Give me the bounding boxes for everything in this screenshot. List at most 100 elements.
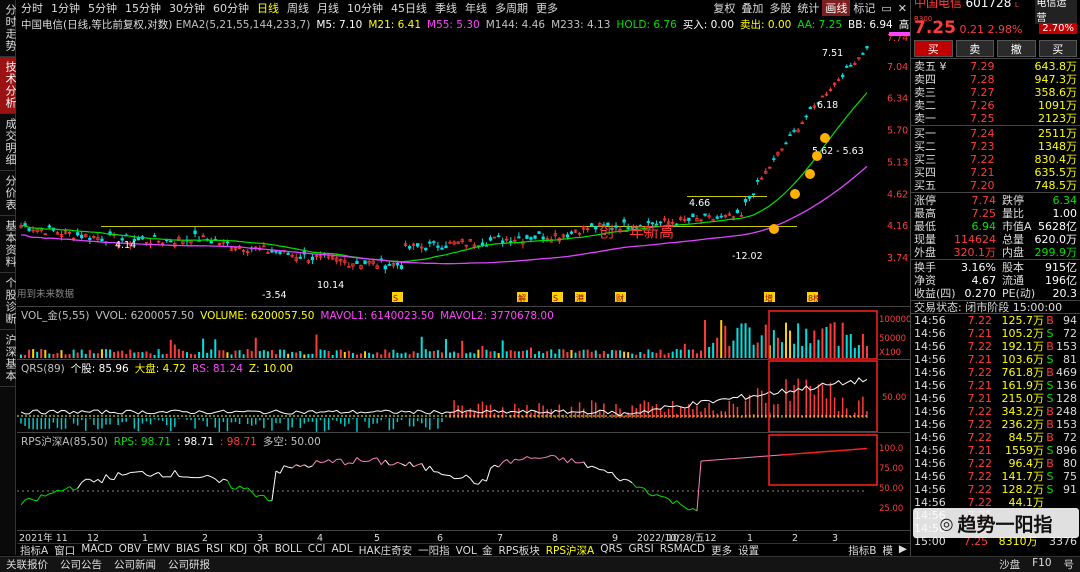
book-volume: 643.8万 xyxy=(1034,60,1078,73)
tick-row[interactable]: 14:56 7.22 141.7万 S 75 xyxy=(911,470,1080,483)
status-right-button[interactable]: 沙盘 xyxy=(993,557,1026,572)
close-icon[interactable]: ✕ xyxy=(895,2,910,15)
period-tab[interactable]: 10分钟 xyxy=(343,0,387,16)
period-tab[interactable]: 多周期 xyxy=(491,0,532,16)
tick-side: B xyxy=(1046,405,1054,418)
status-tab[interactable]: 公司研报 xyxy=(162,557,216,572)
book-row[interactable]: 买三 7.22 830.4万 xyxy=(911,153,1080,166)
period-tab[interactable]: 分时 xyxy=(17,0,47,16)
book-row[interactable]: 卖五 ¥ 7.29 643.8万 xyxy=(911,60,1080,73)
tick-row[interactable]: 14:56 7.22 125.7万 B 94 xyxy=(911,314,1080,327)
tool-button[interactable]: 统计 xyxy=(794,0,822,16)
sidebar-tab[interactable]: 技术分析 xyxy=(0,57,17,114)
price-chart-canvas[interactable]: 7.747.046.345.705.134.624.163.747.516.18… xyxy=(17,16,910,306)
period-tab[interactable]: 月线 xyxy=(313,0,343,16)
rps-segment xyxy=(312,460,317,467)
period-tab[interactable]: 更多 xyxy=(532,0,562,16)
qrs-canvas[interactable]: 50.00 xyxy=(17,360,910,433)
rps-pane[interactable]: RPS沪深A(85,50) RPS: 98.71: 98.71: 98.71 多空:… xyxy=(17,432,910,530)
sidebar-tab[interactable]: 分时走势 xyxy=(0,0,17,57)
period-tab[interactable]: 30分钟 xyxy=(165,0,209,16)
sidebar-tab[interactable]: 沪深基本 xyxy=(0,330,17,387)
book-price: 7.28 xyxy=(970,73,995,86)
tick-count: 81 xyxy=(1063,353,1077,366)
rps-segment xyxy=(348,462,353,465)
period-tab[interactable]: 季线 xyxy=(431,0,461,16)
rps-segment xyxy=(243,487,248,490)
tick-row[interactable]: 14:56 7.22 761.8万 B 469 xyxy=(911,366,1080,379)
tick-row[interactable]: 14:56 7.22 343.2万 B 248 xyxy=(911,405,1080,418)
tick-row[interactable]: 14:56 7.22 128.2万 S 91 xyxy=(911,483,1080,496)
sidebar-tab[interactable]: 个股诊断 xyxy=(0,273,17,330)
period-tab[interactable]: 15分钟 xyxy=(121,0,165,16)
volume-bar xyxy=(234,350,237,358)
book-row[interactable]: 买一 7.24 2511万 xyxy=(911,127,1080,140)
period-tab[interactable]: 5分钟 xyxy=(84,0,121,16)
status-tab[interactable]: 公司新闻 xyxy=(108,557,162,572)
bid-book: 买一 7.24 2511万 买二 7.23 1348万 买三 7.22 830.4万 买四 7.21… xyxy=(911,125,1080,192)
trade-button[interactable]: 卖 xyxy=(955,40,994,57)
book-row[interactable]: 卖二 7.26 1091万 xyxy=(911,99,1080,112)
tick-side: B xyxy=(1046,457,1054,470)
ma-line-green xyxy=(21,92,868,263)
status-tab[interactable]: 公司公告 xyxy=(54,557,108,572)
volume-canvas[interactable]: 100000 50000 X100 xyxy=(17,307,910,360)
rps-segment xyxy=(300,464,305,468)
ask-book: 卖五 ¥ 7.29 643.8万 卖四 7.28 947.3万 卖三 7.27 358.6万 卖二… xyxy=(911,58,1080,125)
tick-row[interactable]: 14:56 7.22 192.1万 B 153 xyxy=(911,340,1080,353)
status-right-button[interactable]: 号 xyxy=(1058,557,1080,572)
period-tab[interactable]: 年线 xyxy=(461,0,491,16)
tool-button[interactable]: 多股 xyxy=(766,0,794,16)
rps-segment xyxy=(405,461,410,467)
rps-segment xyxy=(263,495,269,501)
period-tab[interactable]: 60分钟 xyxy=(209,0,253,16)
book-row[interactable]: 卖一 7.25 2123万 xyxy=(911,112,1080,125)
tool-button[interactable]: 叠加 xyxy=(738,0,766,16)
stat-value: 7.25 xyxy=(971,207,997,220)
period-tab[interactable]: 1分钟 xyxy=(47,0,84,16)
tool-button[interactable]: 标记 xyxy=(850,0,878,16)
candle-body xyxy=(298,256,302,259)
status-tab[interactable]: 关联报价 xyxy=(0,557,54,572)
book-row[interactable]: 买五 7.20 748.5万 xyxy=(911,179,1080,192)
book-row[interactable]: 买二 7.23 1348万 xyxy=(911,140,1080,153)
period-tab[interactable]: 周线 xyxy=(283,0,313,16)
tick-row[interactable]: 14:56 7.21 1559万 S 896 xyxy=(911,444,1080,457)
volume-bar xyxy=(546,351,549,358)
industry-label[interactable]: 电信运营 xyxy=(1034,0,1077,24)
trade-button[interactable]: 买 xyxy=(914,40,953,57)
rps-segment xyxy=(214,478,220,484)
sidebar-tab[interactable]: 成交明细 xyxy=(0,114,17,171)
tick-row[interactable]: 14:56 7.22 236.2万 B 153 xyxy=(911,418,1080,431)
candle-body xyxy=(480,242,485,246)
volume-bar xyxy=(121,350,124,358)
volume-bar xyxy=(643,353,646,358)
tool-button[interactable]: 画线 xyxy=(822,0,851,16)
volume-pane[interactable]: VOL_金(5,55) VVOL: 6200057.50 VOLUME: 62000… xyxy=(17,306,910,360)
sidebar-tab[interactable]: 分价表 xyxy=(0,171,17,216)
sidebar-tab[interactable]: 基本资料 xyxy=(0,216,17,273)
tick-row[interactable]: 14:56 7.21 161.9万 S 136 xyxy=(911,379,1080,392)
status-right-button[interactable]: F10 xyxy=(1026,557,1057,572)
volume-bar xyxy=(736,327,739,358)
volume-bar xyxy=(610,350,613,358)
book-row[interactable]: 卖四 7.28 947.3万 xyxy=(911,73,1080,86)
tick-row[interactable]: 14:56 7.22 84.5万 B 72 xyxy=(911,431,1080,444)
tick-row[interactable]: 14:56 7.21 103.6万 S 81 xyxy=(911,353,1080,366)
tick-row[interactable]: 14:56 7.21 215.0万 S 128 xyxy=(911,392,1080,405)
tool-button[interactable]: 复权 xyxy=(710,0,738,16)
volume-bar xyxy=(190,353,192,358)
qrs-pane[interactable]: QRS(89) 个股: 85.96 大盘: 4.72 RS: 81.24 Z: 10.0… xyxy=(17,359,910,433)
price-chart[interactable]: 中国电信(日线,等比前复权,对数) EMA2(5,21,55,144,233,7… xyxy=(17,16,1072,306)
book-row[interactable]: 卖三 7.27 358.6万 xyxy=(911,86,1080,99)
restore-icon[interactable]: ▭ xyxy=(878,2,894,15)
tick-row[interactable]: 14:56 7.21 105.2万 S 72 xyxy=(911,327,1080,340)
rps-segment xyxy=(615,477,621,482)
rps-canvas[interactable]: 100.0 75.00 50.00 25.00 xyxy=(17,433,910,531)
period-tab[interactable]: 45日线 xyxy=(387,0,431,16)
tick-row[interactable]: 14:56 7.22 96.4万 B 80 xyxy=(911,457,1080,470)
trade-button[interactable]: 买 xyxy=(1038,40,1077,57)
book-row[interactable]: 买四 7.21 635.5万 xyxy=(911,166,1080,179)
period-tab[interactable]: 日线 xyxy=(253,0,283,16)
trade-button[interactable]: 撤 xyxy=(997,40,1036,57)
